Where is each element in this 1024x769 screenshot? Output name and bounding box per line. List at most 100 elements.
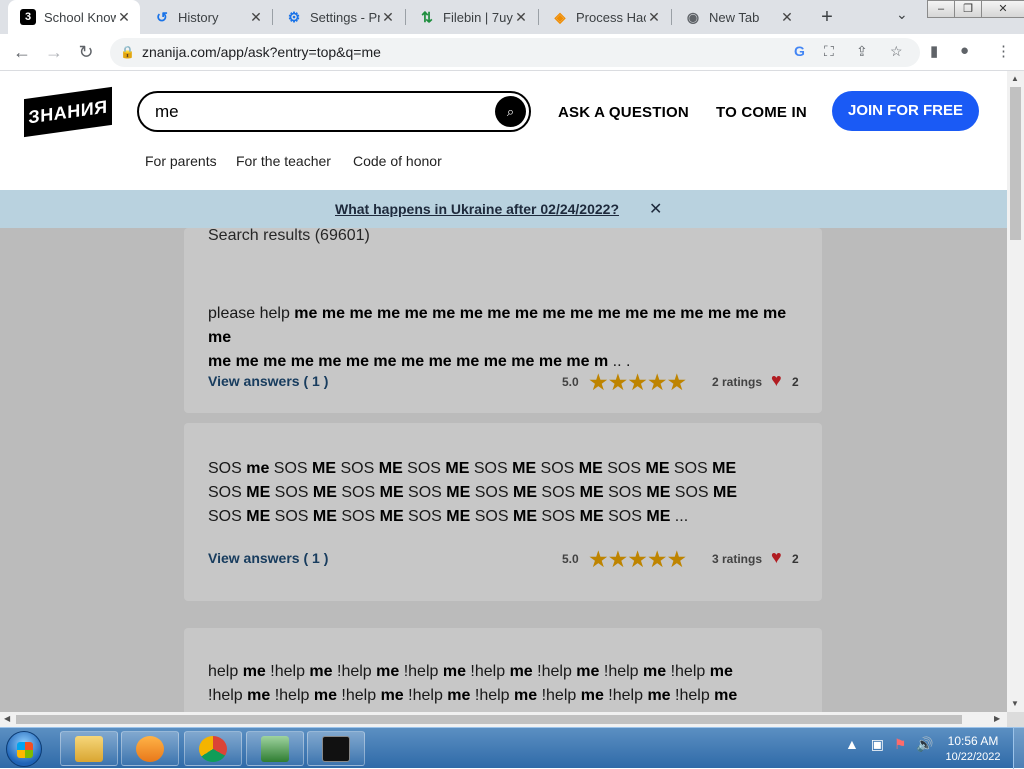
result-footer: View answers ( 1 ) 5.0 ★★★★★ 2 ratings ♥… bbox=[208, 369, 800, 395]
login-link[interactable]: TO COME IN bbox=[716, 104, 807, 121]
close-icon[interactable]: ✕ bbox=[649, 199, 662, 219]
tab-title: Process Hack bbox=[576, 9, 646, 25]
network-icon[interactable]: ▣ bbox=[871, 736, 884, 752]
tab-process-hacker[interactable]: ◈ Process Hack ✕ bbox=[540, 0, 670, 34]
translate-icon[interactable]: ⛶ bbox=[824, 43, 834, 60]
tray-expand-icon[interactable]: ▲ bbox=[845, 736, 859, 752]
taskbar-cmd[interactable] bbox=[307, 731, 365, 766]
tab-search-icon[interactable]: ⌄ bbox=[896, 6, 908, 23]
ask-question-link[interactable]: ASK A QUESTION bbox=[558, 104, 689, 121]
reload-button[interactable]: ↻ bbox=[74, 40, 98, 64]
site-logo[interactable]: ЗНАНИЯ bbox=[24, 86, 112, 138]
brainly-icon: 3 bbox=[20, 9, 36, 25]
new-tab-button[interactable]: + bbox=[815, 5, 839, 29]
tab-school-knowledge[interactable]: 3 School Know ✕ bbox=[8, 0, 140, 34]
tab-history[interactable]: ↺ History ✕ bbox=[142, 0, 272, 34]
profile-avatar-icon[interactable]: ● bbox=[960, 42, 969, 59]
view-answers-link[interactable]: View answers ( 1 ) bbox=[208, 550, 328, 566]
banner-link[interactable]: What happens in Ukraine after 02/24/2022… bbox=[335, 201, 619, 217]
arrows-icon: ⇅ bbox=[421, 8, 433, 25]
volume-icon[interactable]: 🔊 bbox=[916, 736, 933, 752]
task-manager-icon bbox=[261, 735, 289, 762]
tab-title: History bbox=[178, 9, 219, 25]
close-tab-icon[interactable]: ✕ bbox=[779, 9, 795, 26]
close-tab-icon[interactable]: ✕ bbox=[646, 9, 662, 26]
ratings-count: 3 ratings bbox=[712, 552, 763, 566]
taskbar-task-manager[interactable] bbox=[246, 731, 304, 766]
minimize-button[interactable]: – bbox=[927, 0, 955, 18]
close-tab-icon[interactable]: ✕ bbox=[380, 9, 396, 26]
search-box[interactable]: ⌕ bbox=[137, 91, 531, 132]
scroll-up-icon[interactable]: ▲ bbox=[1011, 74, 1019, 83]
close-tab-icon[interactable]: ✕ bbox=[513, 9, 529, 26]
windows-taskbar: ▲ ▣ ⚑ 🔊 10:56 AM 10/22/2022 bbox=[0, 727, 1024, 769]
close-window-button[interactable]: ✕ bbox=[981, 0, 1024, 18]
for-teacher-link[interactable]: For the teacher bbox=[236, 153, 331, 169]
search-input[interactable] bbox=[155, 102, 485, 122]
system-clock[interactable]: 10:56 AM 10/22/2022 bbox=[938, 733, 1008, 765]
tab-new-tab[interactable]: ◉ New Tab ✕ bbox=[673, 0, 803, 34]
taskbar-media-player[interactable] bbox=[121, 731, 179, 766]
scroll-corner bbox=[1007, 712, 1024, 727]
lock-icon[interactable]: 🔒 bbox=[120, 45, 135, 59]
vertical-scrollbar[interactable]: ▲ ▼ bbox=[1007, 71, 1024, 712]
start-button[interactable] bbox=[6, 731, 42, 767]
star-rating-icon: ★★★★★ bbox=[588, 369, 687, 395]
view-answers-link[interactable]: View answers ( 1 ) bbox=[208, 373, 328, 389]
horizontal-scrollbar[interactable]: ◀ ▶ bbox=[0, 712, 1007, 727]
clock-time: 10:56 AM bbox=[947, 734, 999, 748]
window-controls: – ❐ ✕ bbox=[927, 0, 1024, 18]
scroll-down-icon[interactable]: ▼ bbox=[1011, 699, 1019, 708]
for-parents-link[interactable]: For parents bbox=[145, 153, 217, 169]
tab-separator bbox=[538, 9, 539, 25]
rating-score: 5.0 bbox=[562, 552, 579, 566]
scroll-thumb[interactable] bbox=[16, 715, 962, 724]
result-footer: View answers ( 1 ) 5.0 ★★★★★ 3 ratings ♥… bbox=[208, 546, 800, 572]
close-tab-icon[interactable]: ✕ bbox=[248, 9, 264, 26]
taskbar-explorer[interactable] bbox=[60, 731, 118, 766]
question-text[interactable]: SOS me SOS ME SOS ME SOS ME SOS ME SOS M… bbox=[208, 457, 808, 529]
scroll-left-icon[interactable]: ◀ bbox=[4, 714, 10, 723]
tab-separator bbox=[405, 9, 406, 25]
menu-kebab-icon[interactable]: ⋮ bbox=[996, 42, 1011, 60]
system-tray: ▲ ▣ ⚑ 🔊 bbox=[845, 736, 934, 753]
bookmark-star-icon[interactable]: ☆ bbox=[890, 43, 903, 60]
join-free-button[interactable]: JOIN FOR FREE bbox=[832, 91, 979, 131]
result-card: please help me me me me me me me me me m… bbox=[184, 228, 822, 413]
gear-icon: ⚙ bbox=[287, 8, 301, 25]
chrome-icon: ◉ bbox=[686, 8, 700, 25]
tab-separator bbox=[272, 9, 273, 25]
heart-icon[interactable]: ♥ bbox=[771, 370, 782, 391]
side-panel-icon[interactable]: ▮ bbox=[930, 42, 938, 60]
show-desktop-button[interactable] bbox=[1013, 728, 1024, 769]
restore-button[interactable]: ❐ bbox=[954, 0, 982, 18]
code-of-honor-link[interactable]: Code of honor bbox=[353, 153, 442, 169]
results-area: please help me me me me me me me me me m… bbox=[0, 228, 1007, 712]
scroll-thumb[interactable] bbox=[1010, 87, 1021, 240]
tab-title: New Tab bbox=[709, 9, 760, 25]
tab-title: Settings - Pr bbox=[310, 9, 380, 25]
result-card: help me !help me !help me !help me !help… bbox=[184, 628, 822, 712]
heart-icon[interactable]: ♥ bbox=[771, 547, 782, 568]
forward-button[interactable]: → bbox=[42, 40, 66, 64]
question-text[interactable]: help me !help me !help me !help me !help… bbox=[208, 660, 818, 708]
media-player-icon bbox=[136, 735, 164, 762]
address-bar[interactable]: 🔒 znanija.com/app/ask?entry=top&q=me G ⛶… bbox=[110, 38, 920, 67]
ukraine-banner: What happens in Ukraine after 02/24/2022… bbox=[0, 190, 1007, 228]
taskbar-chrome[interactable] bbox=[184, 731, 242, 766]
share-icon[interactable]: ⇪ bbox=[856, 43, 868, 60]
tab-filebin[interactable]: ⇅ Filebin | 7uyz ✕ bbox=[407, 0, 537, 34]
folder-icon bbox=[75, 735, 103, 762]
url-text[interactable]: znanija.com/app/ask?entry=top&q=me bbox=[142, 44, 381, 60]
thanks-count: 2 bbox=[792, 375, 799, 389]
search-icon[interactable]: ⌕ bbox=[495, 96, 526, 127]
action-center-icon[interactable]: ⚑ bbox=[894, 736, 907, 752]
tab-title: Filebin | 7uyz bbox=[443, 9, 513, 25]
google-icon[interactable]: G bbox=[794, 43, 805, 59]
close-tab-icon[interactable]: ✕ bbox=[116, 9, 132, 26]
question-text[interactable]: please help me me me me me me me me me m… bbox=[208, 302, 808, 374]
back-button[interactable]: ← bbox=[10, 40, 34, 64]
scroll-right-icon[interactable]: ▶ bbox=[994, 714, 1000, 723]
tab-settings[interactable]: ⚙ Settings - Pr ✕ bbox=[274, 0, 404, 34]
chrome-icon bbox=[199, 735, 227, 762]
